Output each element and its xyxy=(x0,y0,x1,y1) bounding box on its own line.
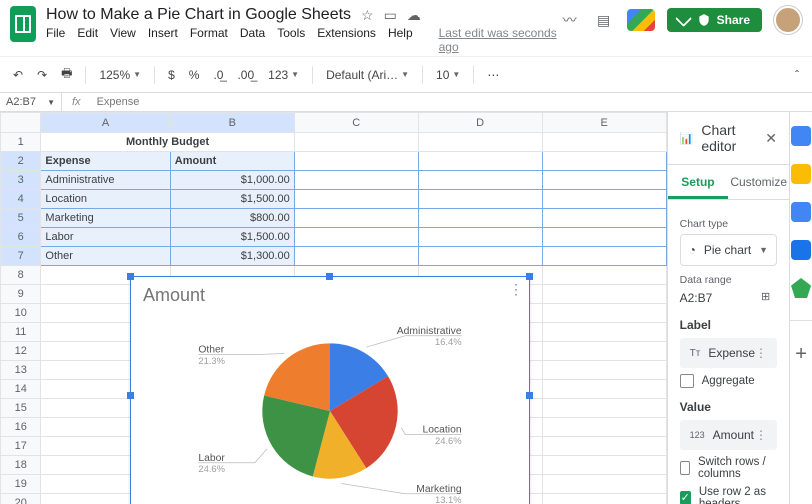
svg-text:24.6%: 24.6% xyxy=(198,463,225,474)
toolbar: ↶ ↷ 🖶 125%▼ $ % .0̲ .00̲ 123▼ Default (A… xyxy=(0,56,812,93)
menu-extensions[interactable]: Extensions xyxy=(317,26,376,54)
label-field[interactable]: TᴛExpense ⋮ xyxy=(680,338,777,368)
menu-tools[interactable]: Tools xyxy=(277,26,305,54)
pie-chart: Administrative16.4%Location24.6%Marketin… xyxy=(131,317,529,504)
chart-title[interactable]: Amount xyxy=(143,285,205,306)
print-button[interactable]: 🖶 xyxy=(56,61,77,88)
cloud-status-icon[interactable]: ☁ xyxy=(407,7,421,24)
maps-icon[interactable] xyxy=(791,278,811,298)
menu-data[interactable]: Data xyxy=(240,26,265,54)
switch-rows-checkbox[interactable]: Switch rows / columns xyxy=(680,456,777,480)
account-avatar[interactable] xyxy=(774,6,802,34)
menu-help[interactable]: Help xyxy=(388,26,413,54)
svg-text:Other: Other xyxy=(198,345,224,356)
zoom-select[interactable]: 125%▼ xyxy=(94,65,146,85)
share-button-label: Share xyxy=(717,13,750,27)
font-select[interactable]: Default (Ari…▼ xyxy=(321,65,414,85)
svg-text:13.1%: 13.1% xyxy=(435,494,462,504)
keep-icon[interactable] xyxy=(791,164,811,184)
close-icon[interactable]: ✕ xyxy=(765,130,777,147)
contacts-icon[interactable] xyxy=(791,240,811,260)
svg-text:16.4%: 16.4% xyxy=(435,336,462,347)
tab-setup[interactable]: Setup xyxy=(668,165,729,199)
embedded-chart[interactable]: Amount ⋮ Administrative16.4%Location24.6… xyxy=(130,276,530,504)
redo-button[interactable]: ↷ xyxy=(32,65,52,85)
move-folder-icon[interactable]: ▭ xyxy=(384,7,397,24)
activity-icon[interactable]: 〰 xyxy=(559,9,581,31)
svg-text:Location: Location xyxy=(423,425,462,436)
chart-type-select[interactable]: ◔Pie chart ▼ xyxy=(680,234,777,266)
number-icon: 123 xyxy=(690,430,705,440)
chart-editor-panel: 📊 Chart editor ✕ Setup Customize Chart t… xyxy=(667,112,789,504)
calendar-icon[interactable] xyxy=(791,126,811,146)
add-addon-button[interactable]: + xyxy=(795,343,807,366)
star-icon[interactable]: ☆ xyxy=(361,7,374,24)
format-currency-button[interactable]: $ xyxy=(163,65,180,85)
format-more-button[interactable]: 123▼ xyxy=(263,65,304,85)
svg-text:21.3%: 21.3% xyxy=(198,355,225,366)
tab-customize[interactable]: Customize xyxy=(728,165,789,199)
value-field[interactable]: 123Amount ⋮ xyxy=(680,420,777,450)
aggregate-checkbox[interactable]: Aggregate xyxy=(680,374,777,388)
more-icon[interactable]: ⋮ xyxy=(755,428,767,442)
font-size-select[interactable]: 10▼ xyxy=(431,65,465,85)
tasks-icon[interactable] xyxy=(791,202,811,222)
last-edit-link[interactable]: Last edit was seconds ago xyxy=(439,26,559,54)
decrease-decimal-button[interactable]: .0̲ xyxy=(208,65,228,85)
menu-bar: File Edit View Insert Format Data Tools … xyxy=(46,26,559,54)
spreadsheet-grid[interactable]: A B C D E 1Monthly Budget 2ExpenseAmount… xyxy=(0,112,667,504)
use-headers-checkbox[interactable]: ✓Use row 2 as headers xyxy=(680,486,777,504)
formula-input[interactable]: Expense xyxy=(91,96,140,108)
more-icon[interactable]: ⋮ xyxy=(755,346,767,360)
sheets-logo-icon[interactable] xyxy=(10,6,36,42)
chart-editor-icon: 📊 xyxy=(680,132,694,145)
app-bar: How to Make a Pie Chart in Google Sheets… xyxy=(0,0,812,56)
document-title[interactable]: How to Make a Pie Chart in Google Sheets xyxy=(46,6,351,24)
svg-text:24.6%: 24.6% xyxy=(435,435,462,446)
menu-view[interactable]: View xyxy=(110,26,136,54)
menu-insert[interactable]: Insert xyxy=(148,26,178,54)
name-box[interactable]: A2:B7▼ xyxy=(0,93,62,111)
toolbar-collapse-button[interactable]: ˆ xyxy=(790,65,804,85)
side-app-rail: + xyxy=(789,112,812,504)
text-icon: Tᴛ xyxy=(690,348,701,359)
formula-bar: A2:B7▼ fx Expense xyxy=(0,93,812,112)
increase-decimal-button[interactable]: .00̲ xyxy=(232,65,259,85)
undo-button[interactable]: ↶ xyxy=(8,65,28,85)
data-range-input[interactable]: A2:B7 xyxy=(680,291,753,305)
value-section-title: Value xyxy=(680,400,777,414)
chart-menu-icon[interactable]: ⋮ xyxy=(509,281,523,298)
meet-button[interactable] xyxy=(627,9,655,31)
chart-editor-title: Chart editor xyxy=(701,122,765,154)
pie-icon: ◔ xyxy=(689,243,696,257)
chart-type-label: Chart type xyxy=(680,218,777,230)
data-range-label: Data range xyxy=(680,274,777,286)
fx-icon: fx xyxy=(62,96,91,108)
menu-format[interactable]: Format xyxy=(190,26,228,54)
share-button[interactable]: Share xyxy=(667,8,762,32)
svg-text:Administrative: Administrative xyxy=(397,326,462,337)
menu-file[interactable]: File xyxy=(46,26,65,54)
menu-edit[interactable]: Edit xyxy=(77,26,98,54)
toolbar-more-button[interactable]: ⋯ xyxy=(482,65,504,85)
table-title[interactable]: Monthly Budget xyxy=(41,133,294,152)
comment-icon[interactable]: ▤ xyxy=(593,9,615,31)
svg-text:Marketing: Marketing xyxy=(416,484,462,495)
chevron-down-icon: ▼ xyxy=(759,245,768,255)
svg-text:Labor: Labor xyxy=(198,453,225,464)
label-section-title: Label xyxy=(680,318,777,332)
format-percent-button[interactable]: % xyxy=(184,65,205,85)
select-range-icon[interactable]: ⊞ xyxy=(761,290,777,306)
column-headers[interactable]: A B C D E xyxy=(1,113,667,133)
